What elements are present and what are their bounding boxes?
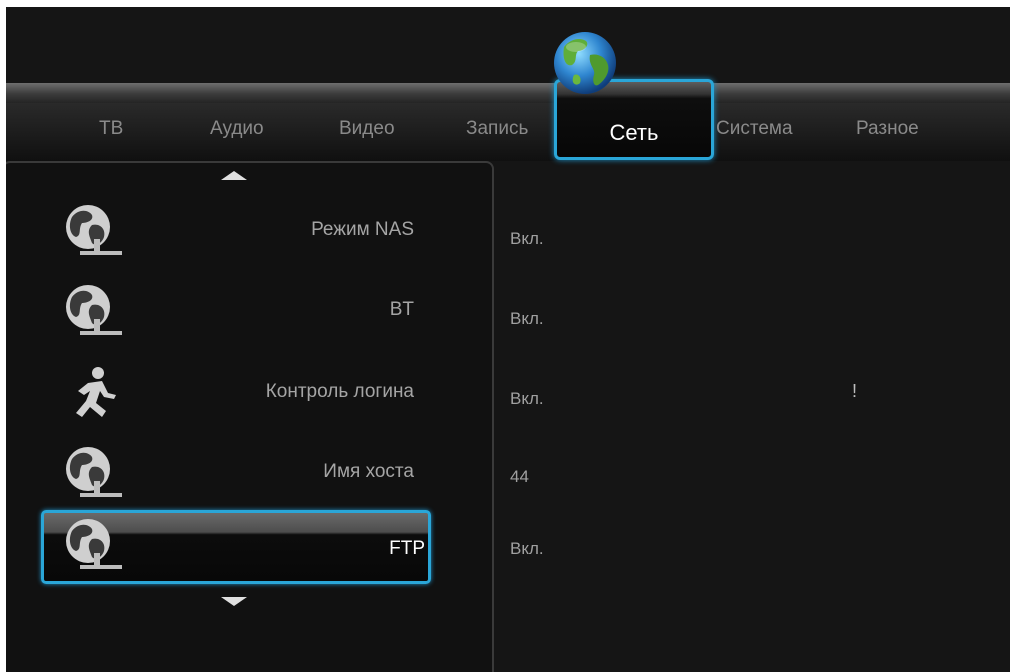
network-globe-icon [66,205,122,255]
arrow-down-icon[interactable] [221,597,247,606]
menu-item-label: Режим NAS [311,219,414,240]
menu-item-label: FTP [389,538,425,559]
tab-record[interactable]: Запись [466,118,528,140]
menu-item-hostname[interactable]: Имя хоста [6,439,486,509]
top-bar [6,83,1010,103]
arrow-up-icon[interactable] [221,171,247,180]
globe-icon [554,32,616,94]
network-globe-icon [66,519,122,569]
running-man-icon [76,367,116,417]
tab-network-label: Сеть [609,120,659,145]
tab-audio[interactable]: Аудио [210,118,264,140]
exclamation-text: ! [852,381,858,401]
menu-value-login-control: Вкл. [510,389,544,408]
tab-video[interactable]: Видео [339,118,395,140]
tv-settings-screen: ТВ Аудио Видео Запись Сеть Система Разно… [6,7,1010,672]
menu-item-label: Контроль логина [265,381,414,402]
menu-item-login-control[interactable]: Контроль логина [6,359,486,429]
network-globe-icon [66,447,122,497]
menu-item-bt[interactable]: BT [6,277,486,347]
menu-value-bt: Вкл. [510,309,544,328]
tab-misc[interactable]: Разное [856,118,919,140]
tab-system[interactable]: Система [716,118,793,140]
menu-value-ftp: Вкл. [510,539,544,558]
menu-item-label: Имя хоста [323,461,414,482]
menu-item-label: BT [389,299,414,320]
menu-value-hostname: 44 [510,467,529,486]
network-globe-icon [66,285,122,335]
tab-tv[interactable]: ТВ [99,118,123,140]
menu-item-nas-mode[interactable]: Режим NAS [6,197,486,267]
menu-value-nas-mode: Вкл. [510,229,544,248]
menu-item-ftp[interactable]: FTP [41,510,431,584]
